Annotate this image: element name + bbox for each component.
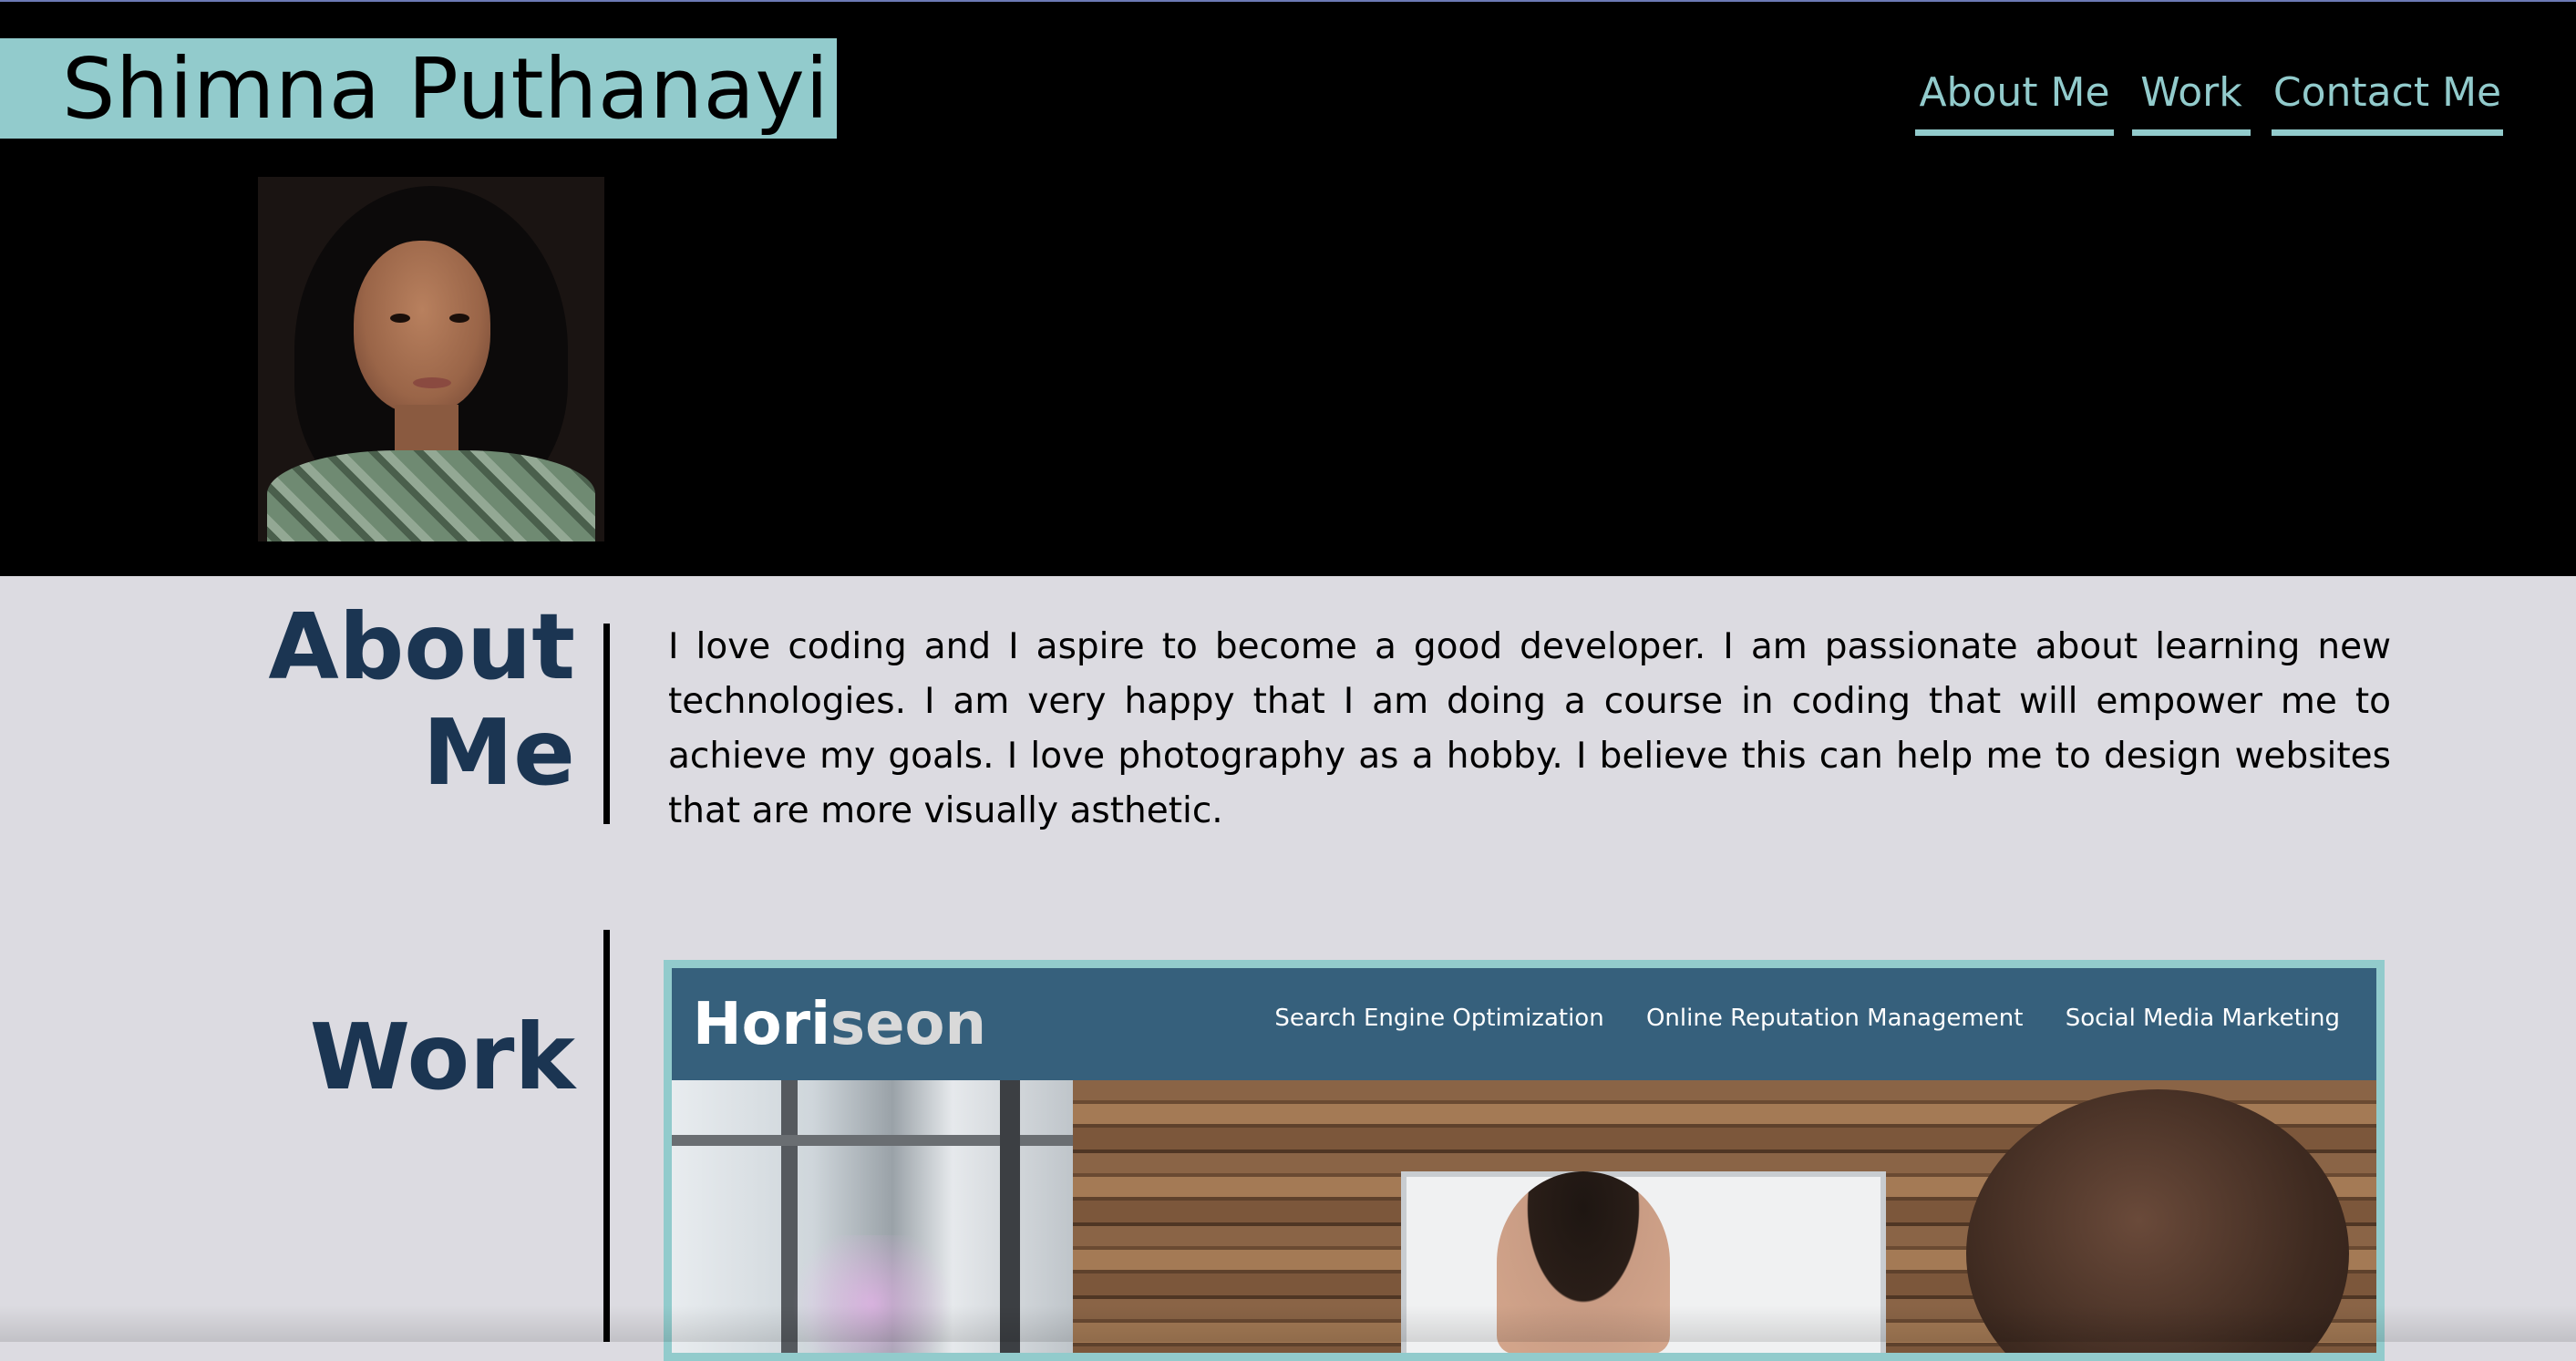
project-logo: Horiseon xyxy=(693,991,987,1058)
project-nav-seo: Search Engine Optimization xyxy=(1274,1005,1604,1032)
profile-photo xyxy=(258,177,604,541)
project-preview-horiseon[interactable]: Horiseon Search Engine Optimization Onli… xyxy=(664,960,2385,1361)
about-text: I love coding and I aspire to become a g… xyxy=(668,626,2391,831)
project-nav-smm: Social Media Marketing xyxy=(2065,1005,2340,1032)
work-title: Work xyxy=(309,1004,575,1110)
project-nav-orm: Online Reputation Management xyxy=(1645,1005,2024,1032)
work-divider xyxy=(603,930,610,1342)
project-preview-header: Horiseon Search Engine Optimization Onli… xyxy=(672,968,2376,1080)
project-preview-nav: Search Engine Optimization Online Reputa… xyxy=(1240,1005,2340,1045)
about-title: About Me xyxy=(268,593,575,806)
nav-contact-me[interactable]: Contact Me xyxy=(2272,57,2503,136)
site-header: Shimna Puthanayil About Me Work Contact … xyxy=(0,2,2576,576)
name-banner: Shimna Puthanayil xyxy=(0,38,852,139)
about-divider xyxy=(603,624,610,824)
nav-work[interactable]: Work xyxy=(2132,57,2251,136)
site-name: Shimna Puthanayil xyxy=(62,40,853,138)
project-hero-image xyxy=(672,1080,2376,1353)
nav-about-me[interactable]: About Me xyxy=(1915,57,2114,136)
